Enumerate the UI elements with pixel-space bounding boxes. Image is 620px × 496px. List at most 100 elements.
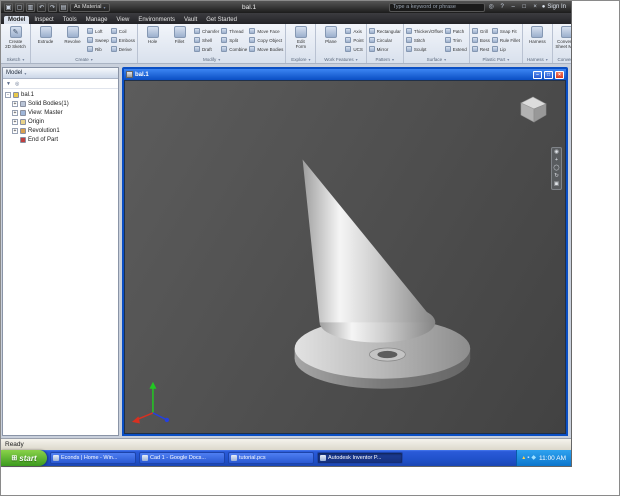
- tab-environments[interactable]: Environments: [134, 16, 179, 24]
- create-2d-sketch-button[interactable]: ✎ Create 2D Sketch: [3, 25, 28, 55]
- panel-caption-pattern[interactable]: Pattern ▾: [369, 55, 401, 63]
- grill-button[interactable]: Grill: [471, 28, 490, 34]
- filter-icon[interactable]: ▼: [6, 81, 11, 87]
- navigation-wheel-icon[interactable]: ◉: [553, 149, 560, 156]
- stitch-button[interactable]: Stitch: [405, 37, 443, 43]
- redo-icon[interactable]: ↷: [48, 2, 57, 12]
- tab-manage[interactable]: Manage: [82, 16, 112, 24]
- copy-object-button[interactable]: Copy Object: [249, 37, 283, 43]
- draft-button[interactable]: Draft: [194, 46, 219, 52]
- pan-icon[interactable]: +: [553, 157, 560, 164]
- panel-caption-surface[interactable]: Surface ▾: [406, 55, 467, 63]
- boss-button[interactable]: Boss: [471, 37, 490, 43]
- sculpt-button[interactable]: Sculpt: [405, 46, 443, 52]
- taskbar-button-tutorial-pcs[interactable]: tutorial.pcs: [228, 452, 314, 464]
- patch-button[interactable]: Patch: [444, 28, 467, 34]
- convert-to-sheet-metal-button[interactable]: Convert to Sheet Metal: [555, 25, 571, 55]
- tree-expander-icon[interactable]: -: [5, 91, 11, 98]
- undo-icon[interactable]: ↶: [37, 2, 46, 12]
- coil-button[interactable]: Coil: [110, 28, 135, 34]
- emboss-button[interactable]: Emboss: [110, 37, 135, 43]
- mirror-button[interactable]: Mirror: [368, 46, 401, 52]
- split-button[interactable]: Split: [221, 37, 247, 43]
- chamfer-button[interactable]: Chamfer: [194, 28, 219, 34]
- axis-button[interactable]: Axis: [345, 28, 363, 34]
- minimize-icon[interactable]: –: [509, 3, 518, 12]
- ucs-button[interactable]: UCS: [345, 46, 363, 52]
- derive-button[interactable]: Derive: [110, 46, 135, 52]
- new-file-icon[interactable]: ▢: [15, 2, 24, 12]
- move-face-button[interactable]: Move Face: [249, 28, 283, 34]
- plane-button[interactable]: Plane: [318, 25, 343, 55]
- help-icon[interactable]: ?: [498, 3, 507, 12]
- tree-item-solid-bodies-1[interactable]: + Solid Bodies(1): [3, 99, 118, 108]
- viewcube[interactable]: [515, 95, 551, 125]
- extend-button[interactable]: Extend: [444, 46, 467, 52]
- taskbar-button-cad-1-google-docs[interactable]: Cad 1 - Google Docs...: [139, 452, 225, 464]
- tray-icon-alert[interactable]: ▴: [522, 453, 525, 463]
- harness-button[interactable]: Harness: [525, 25, 550, 55]
- tree-item-view-master[interactable]: + View: Master: [3, 108, 118, 117]
- 3d-viewport[interactable]: ◉ + ◯ ↻ ▣: [124, 80, 566, 434]
- tray-icon-network[interactable]: ◆: [531, 453, 536, 463]
- tree-expander-icon[interactable]: +: [12, 100, 18, 107]
- viewcube-home-icon[interactable]: ▣: [553, 181, 560, 188]
- circular-button[interactable]: Circular: [368, 37, 401, 43]
- loft-button[interactable]: Loft: [87, 28, 109, 34]
- taskbar-button-autodesk-inventor-p[interactable]: Autodesk Inventor P...: [317, 452, 403, 464]
- edit-form-button[interactable]: Edit Form: [288, 25, 313, 55]
- print-icon[interactable]: ▤: [59, 2, 68, 12]
- rib-button[interactable]: Rib: [87, 46, 109, 52]
- maximize-icon[interactable]: □: [520, 3, 529, 12]
- sign-in-button[interactable]: ● Sign In: [542, 4, 568, 10]
- tab-get-started[interactable]: Get Started: [202, 16, 241, 24]
- search-input[interactable]: Type a keyword or phrase: [388, 2, 485, 12]
- tree-item-origin[interactable]: + Origin: [3, 117, 118, 126]
- rest-button[interactable]: Rest: [471, 46, 490, 52]
- tab-vault[interactable]: Vault: [180, 16, 201, 24]
- panel-caption-work-features[interactable]: Work Features ▾: [318, 55, 363, 63]
- search-tree-icon[interactable]: ◎: [15, 81, 19, 87]
- close-icon[interactable]: ×: [555, 70, 564, 79]
- snap-fit-button[interactable]: Snap Fit: [491, 28, 520, 34]
- zoom-icon[interactable]: ◯: [553, 165, 560, 172]
- panel-caption-convert[interactable]: Convert▾: [555, 55, 571, 63]
- taskbar-button-econds-home-win[interactable]: Econds | Home - Win...: [50, 452, 136, 464]
- tab-view[interactable]: View: [112, 16, 133, 24]
- orbit-icon[interactable]: ↻: [553, 173, 560, 180]
- panel-caption-create[interactable]: Create ▾: [33, 55, 135, 63]
- thread-button[interactable]: Thread: [221, 28, 247, 34]
- tree-expander-icon[interactable]: +: [12, 118, 18, 125]
- start-button[interactable]: ⊞ start: [1, 450, 47, 466]
- search-go-icon[interactable]: ◎: [487, 3, 496, 12]
- fillet-button[interactable]: Fillet: [167, 25, 192, 55]
- panel-caption-harness[interactable]: Harness ▾: [525, 55, 550, 63]
- thicken-offset-button[interactable]: Thicken/Offset: [405, 28, 443, 34]
- tray-icon-volume[interactable]: ▪: [527, 453, 529, 463]
- cone-model[interactable]: [125, 81, 565, 433]
- panel-caption-modify[interactable]: Modify ▾: [140, 55, 283, 63]
- tab-model[interactable]: Model: [4, 16, 30, 24]
- move-bodies-button[interactable]: Move Bodies: [249, 46, 283, 52]
- shell-button[interactable]: Shell: [194, 37, 219, 43]
- point-button[interactable]: Point: [345, 37, 364, 43]
- panel-caption-explore[interactable]: Explore ▾: [288, 55, 313, 63]
- tree-item-revolution1[interactable]: + Revolution1: [3, 126, 118, 135]
- tree-expander-icon[interactable]: +: [12, 109, 18, 116]
- save-icon[interactable]: ▥: [26, 2, 35, 12]
- sweep-button[interactable]: Sweep: [87, 37, 109, 43]
- minimize-icon[interactable]: –: [533, 70, 542, 79]
- maximize-icon[interactable]: □: [544, 70, 553, 79]
- extrude-button[interactable]: Extrude: [33, 25, 58, 55]
- rectangular-button[interactable]: Rectangular: [368, 28, 401, 34]
- tree-expander-icon[interactable]: +: [12, 127, 18, 134]
- panel-caption-plastic-part[interactable]: Plastic Part ▾: [472, 55, 520, 63]
- trim-button[interactable]: Trim: [444, 37, 467, 43]
- lip-button[interactable]: Lip: [491, 46, 520, 52]
- tab-inspect[interactable]: Inspect: [30, 16, 57, 24]
- tab-tools[interactable]: Tools: [59, 16, 81, 24]
- tree-item-end-of-part[interactable]: End of Part: [3, 135, 118, 144]
- tree-item-bal-1[interactable]: - bal.1: [3, 90, 118, 99]
- app-menu-icon[interactable]: ▣: [4, 2, 13, 12]
- hole-button[interactable]: Hole: [140, 25, 165, 55]
